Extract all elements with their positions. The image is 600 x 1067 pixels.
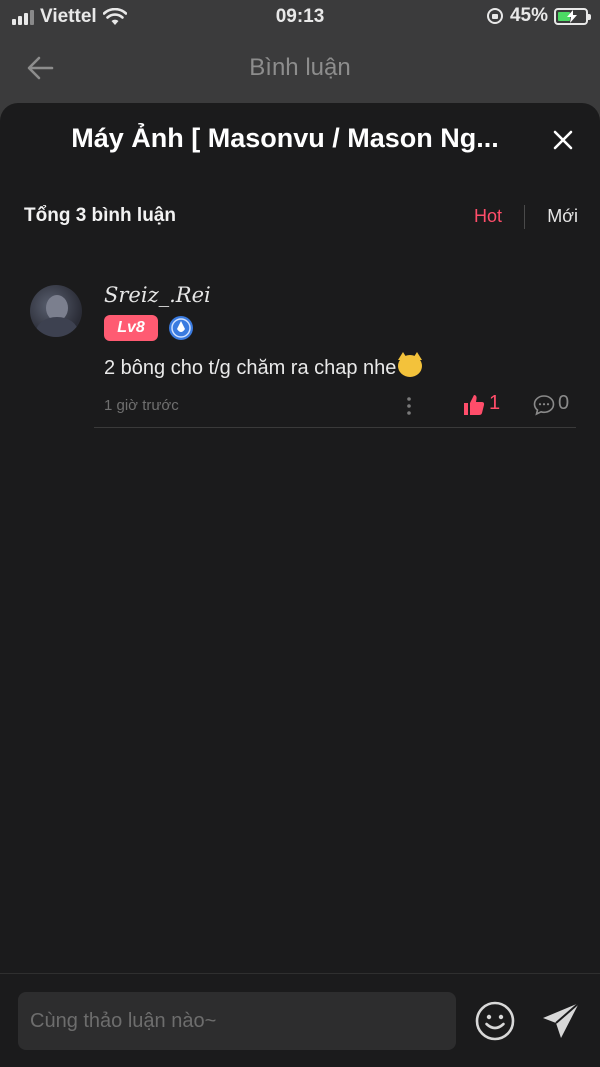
sheet-title: Máy Ảnh [ Masonvu / Mason Ng... <box>71 123 499 153</box>
nav-bar: Bình luận <box>0 40 600 96</box>
status-bar: Viettel 09:13 45% <box>0 0 600 34</box>
comment-item: Sreiz_.Rei Lv8 2 bông cho t/g chăm ra ch… <box>0 277 600 429</box>
comment-input[interactable] <box>18 992 456 1050</box>
comments-toolbar: Tổng 3 bình luận Hot Mới <box>0 197 600 237</box>
like-count: 1 <box>489 392 501 414</box>
battery-group: 45% <box>486 5 591 27</box>
nav-title: Bình luận <box>249 54 351 81</box>
avatar[interactable] <box>30 285 82 337</box>
comment-username[interactable]: Sreiz_.Rei <box>104 283 211 307</box>
more-vertical-icon[interactable] <box>402 395 416 417</box>
comments-sheet: Máy Ảnh [ Masonvu / Mason Ng... Tổng 3 b… <box>0 103 600 1067</box>
comment-body: 2 bông cho t/g chăm ra chap nhe <box>104 357 397 379</box>
reply-bubble-icon[interactable] <box>532 393 556 417</box>
comment-count: Tổng 3 bình luận <box>24 205 176 226</box>
orientation-lock-icon <box>486 8 503 24</box>
close-icon[interactable] <box>552 129 574 151</box>
reply-count: 0 <box>558 392 570 414</box>
composer-bar <box>0 973 600 1067</box>
sort-divider <box>524 205 525 229</box>
comment-divider <box>94 427 576 428</box>
sheet-header: Máy Ảnh [ Masonvu / Mason Ng... <box>0 103 600 183</box>
battery-icon <box>554 7 591 25</box>
comment-timestamp: 1 giờ trước <box>104 397 179 414</box>
battery-percent: 45% <box>509 5 548 26</box>
sort-new-tab[interactable]: Mới <box>547 206 578 227</box>
charging-bolt-icon <box>567 9 577 23</box>
thumbs-up-icon[interactable] <box>462 393 486 417</box>
sort-hot-tab[interactable]: Hot <box>474 206 502 227</box>
comment-text: 2 bông cho t/g chăm ra chap nhe <box>104 352 423 380</box>
cat-face-emoji-icon <box>398 352 423 377</box>
level-badge: Lv8 <box>104 315 158 341</box>
rank-badge-icon <box>169 316 193 340</box>
smiley-icon[interactable] <box>474 1000 516 1042</box>
send-icon[interactable] <box>540 1000 582 1042</box>
